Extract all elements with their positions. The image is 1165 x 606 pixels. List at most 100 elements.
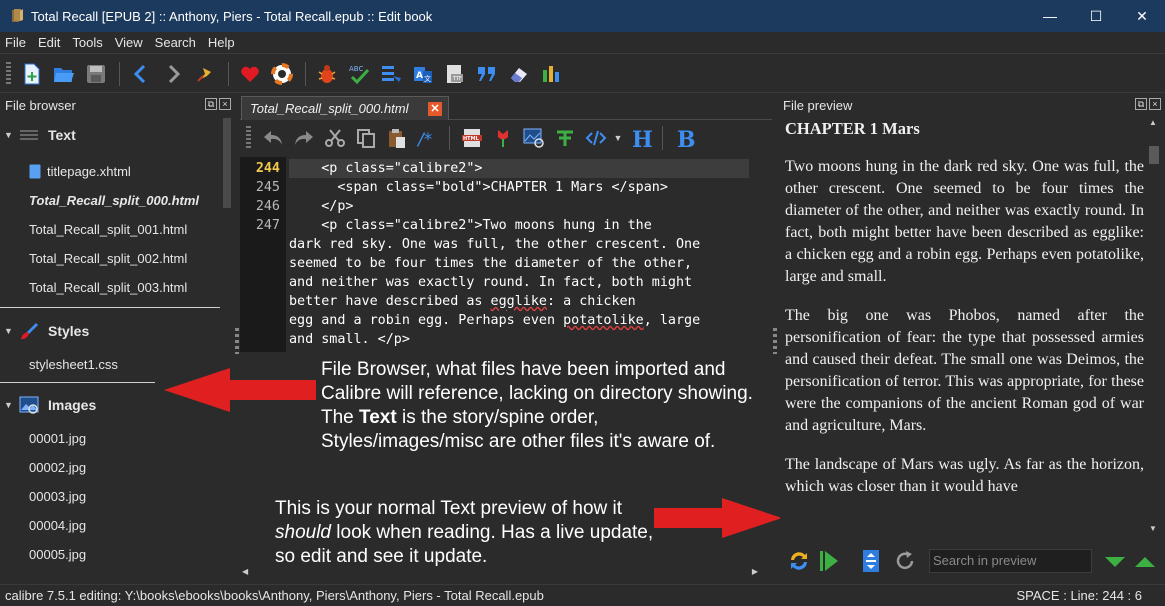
fonts-button[interactable]: TTF xyxy=(440,59,470,89)
comment-button[interactable]: /* xyxy=(412,124,443,152)
copy-button[interactable] xyxy=(350,124,381,152)
transliterate-button[interactable]: A文 xyxy=(408,59,438,89)
menu-file[interactable]: File xyxy=(0,35,32,50)
file-item[interactable]: Total_Recall_split_001.html xyxy=(0,215,220,244)
file-item[interactable]: 00004.jpg xyxy=(0,511,220,540)
heading-button[interactable]: H xyxy=(625,124,656,152)
close-tab-button[interactable]: ✕ xyxy=(428,102,442,116)
red-arrow-left-icon xyxy=(164,368,316,412)
redo-nav-button[interactable] xyxy=(158,59,188,89)
editor-horizontal-scrollbar[interactable]: ◀ ▶ xyxy=(240,566,760,580)
scroll-right-arrow-icon[interactable]: ▶ xyxy=(752,567,758,576)
menu-edit[interactable]: Edit xyxy=(32,35,66,50)
redo-button[interactable] xyxy=(288,124,319,152)
donate-button[interactable] xyxy=(235,59,265,89)
toolbar-grip[interactable] xyxy=(246,126,251,150)
annotation-text: look when reading. Has a live update, so… xyxy=(275,522,654,567)
close-panel-button[interactable]: × xyxy=(1149,98,1161,110)
maximize-button[interactable]: ☐ xyxy=(1073,0,1119,32)
file-item[interactable]: 00005.jpg xyxy=(0,540,220,569)
cut-button[interactable] xyxy=(319,124,350,152)
new-file-button[interactable] xyxy=(17,59,47,89)
file-item[interactable]: 00001.jpg xyxy=(0,424,220,453)
undo-nav-button[interactable] xyxy=(126,59,156,89)
menu-tools[interactable]: Tools xyxy=(66,35,108,50)
file-browser-tree: ▼ Text titlepage.xhtml Total_Recall_spli… xyxy=(0,116,220,584)
scrollbar-thumb[interactable] xyxy=(1149,146,1159,164)
insert-special-char-button[interactable] xyxy=(487,124,518,152)
find-previous-button[interactable] xyxy=(1130,546,1160,576)
file-item[interactable]: titlepage.xhtml xyxy=(0,157,220,186)
file-item[interactable]: Total_Recall_split_002.html xyxy=(0,244,220,273)
text-category-icon xyxy=(20,130,38,140)
insert-image-button[interactable] xyxy=(518,124,549,152)
file-name: stylesheet1.css xyxy=(29,357,118,372)
insert-tag-button[interactable] xyxy=(580,124,611,152)
check-book-button[interactable] xyxy=(312,59,342,89)
save-button[interactable] xyxy=(81,59,111,89)
checkpoint-button[interactable] xyxy=(190,59,220,89)
find-next-button[interactable] xyxy=(1100,546,1130,576)
file-item[interactable]: 00003.jpg xyxy=(0,482,220,511)
statistics-button[interactable] xyxy=(536,59,566,89)
code-editor[interactable]: 244 245 246 247 <p class="calibre2"> <sp… xyxy=(240,157,760,352)
smarten-punctuation-button[interactable] xyxy=(472,59,502,89)
scroll-left-arrow-icon[interactable]: ◀ xyxy=(242,567,248,576)
annotation-bold-text: Text xyxy=(359,407,397,428)
file-browser-scrollbar[interactable] xyxy=(221,116,233,584)
search-in-preview-input[interactable]: Search in preview xyxy=(929,549,1092,573)
open-book-button[interactable] xyxy=(49,59,79,89)
scrollbar-thumb[interactable] xyxy=(223,118,231,208)
editor-toolbar: /* HTML ▼ H B xyxy=(240,121,772,155)
file-item-active[interactable]: Total_Recall_split_000.html xyxy=(0,186,220,215)
misspelled-word[interactable]: egglike xyxy=(491,294,547,309)
sync-preview-button[interactable] xyxy=(814,546,844,576)
left-splitter-handle[interactable] xyxy=(235,328,239,354)
file-name: Total_Recall_split_001.html xyxy=(29,222,188,237)
file-name: Total_Recall_split_000.html xyxy=(29,193,200,208)
float-panel-button[interactable]: ⧉ xyxy=(1135,98,1147,110)
close-panel-button[interactable]: × xyxy=(219,98,231,110)
minimize-button[interactable]: — xyxy=(1027,0,1073,32)
editor-tab[interactable]: Total_Recall_split_000.html ✕ xyxy=(241,96,449,120)
undo-button[interactable] xyxy=(257,124,288,152)
toolbar-separator xyxy=(119,61,120,86)
play-icon xyxy=(820,551,838,571)
refresh-icon xyxy=(896,551,914,570)
file-item[interactable]: 00002.jpg xyxy=(0,453,220,482)
misspelled-word[interactable]: potatolike xyxy=(563,313,644,328)
close-window-button[interactable]: ✕ xyxy=(1119,0,1165,32)
category-text[interactable]: ▼ Text xyxy=(0,116,220,154)
scroll-up-arrow-icon[interactable]: ▲ xyxy=(1149,118,1158,127)
right-splitter-handle[interactable] xyxy=(773,328,777,354)
menu-search[interactable]: Search xyxy=(149,35,202,50)
help-button[interactable] xyxy=(267,59,297,89)
window-title: Total Recall [EPUB 2] :: Anthony, Piers … xyxy=(31,8,433,24)
auto-reload-button[interactable] xyxy=(784,546,814,576)
preview-scrollbar[interactable]: ▲ ▼ xyxy=(1146,116,1161,534)
category-styles[interactable]: ▼ Styles xyxy=(0,312,220,350)
collapse-arrow-icon: ▼ xyxy=(4,400,13,410)
menu-view[interactable]: View xyxy=(109,35,149,50)
code-line-with-spelling: egg and a robin egg. Perhaps even potato… xyxy=(289,311,700,330)
redo-icon xyxy=(294,131,313,145)
toolbar-grip[interactable] xyxy=(6,61,11,86)
code-line: <p class="calibre2"> xyxy=(289,159,749,178)
reports-button[interactable] xyxy=(376,59,406,89)
spellcheck-button[interactable]: ABC xyxy=(344,59,374,89)
preview-content[interactable]: CHAPTER 1 Mars Two moons hung in the dar… xyxy=(783,116,1146,534)
preview-annotation: This is your normal Text preview of how … xyxy=(275,497,675,569)
insert-html-button[interactable]: HTML xyxy=(456,124,487,152)
remove-unused-css-button[interactable] xyxy=(504,59,534,89)
split-mode-button[interactable] xyxy=(856,546,886,576)
file-item[interactable]: Total_Recall_split_003.html xyxy=(0,273,220,302)
insert-link-button[interactable] xyxy=(549,124,580,152)
paste-button[interactable] xyxy=(381,124,412,152)
float-panel-button[interactable]: ⧉ xyxy=(205,98,217,110)
refresh-preview-button[interactable] xyxy=(890,546,920,576)
scroll-down-arrow-icon[interactable]: ▼ xyxy=(1149,524,1158,533)
tag-dropdown-button[interactable]: ▼ xyxy=(611,124,625,152)
menu-help[interactable]: Help xyxy=(202,35,241,50)
bold-button[interactable]: B xyxy=(669,124,700,152)
toolbar-separator xyxy=(449,126,450,150)
